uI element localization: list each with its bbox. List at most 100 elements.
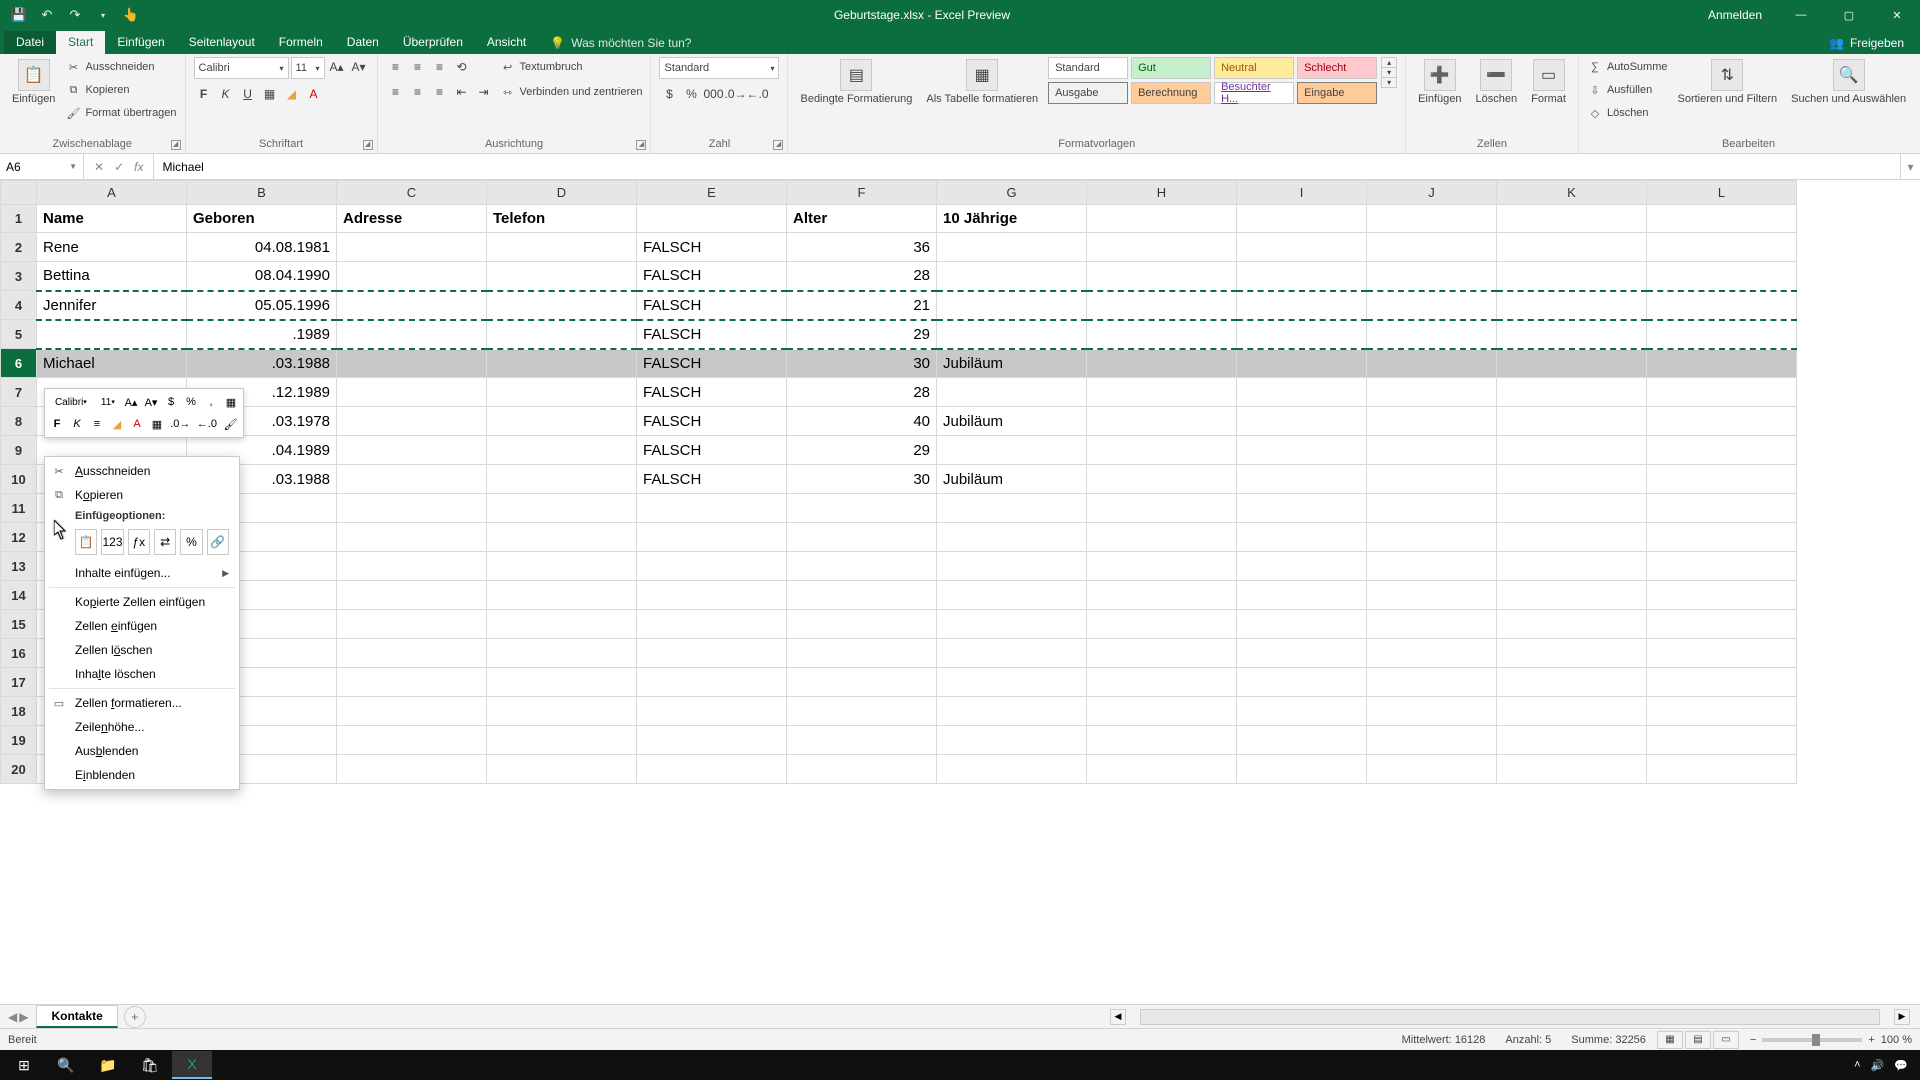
percent-format-icon[interactable]: %	[681, 84, 701, 104]
ctx-paste-special[interactable]: Inhalte einfügen...▶	[45, 561, 239, 585]
cell-A1[interactable]: Name	[37, 205, 187, 233]
cell-K13[interactable]	[1497, 552, 1647, 581]
cell-K7[interactable]	[1497, 378, 1647, 407]
row-header-20[interactable]: 20	[1, 755, 37, 784]
cell-D11[interactable]	[487, 494, 637, 523]
cell-C9[interactable]	[337, 436, 487, 465]
cell-G18[interactable]	[937, 697, 1087, 726]
cell-C4[interactable]	[337, 291, 487, 320]
cell-J15[interactable]	[1367, 610, 1497, 639]
mini-align-icon[interactable]: ≡	[88, 414, 106, 434]
cell-F9[interactable]: 29	[787, 436, 937, 465]
cell-D16[interactable]	[487, 639, 637, 668]
cell-K6[interactable]	[1497, 349, 1647, 378]
cell-I12[interactable]	[1237, 523, 1367, 552]
sign-in-link[interactable]: Anmelden	[1694, 8, 1776, 22]
ctx-cut[interactable]: ✂Ausschneiden	[45, 459, 239, 483]
col-header-D[interactable]: D	[487, 181, 637, 205]
cell-L4[interactable]	[1647, 291, 1797, 320]
align-bottom-icon[interactable]: ≡	[430, 57, 450, 77]
cell-H2[interactable]	[1087, 233, 1237, 262]
cell-L18[interactable]	[1647, 697, 1797, 726]
undo-icon[interactable]: ↶	[36, 4, 58, 26]
border-button[interactable]: ▦	[260, 84, 280, 104]
sheet-nav-first-icon[interactable]: ◀	[8, 1010, 17, 1024]
italic-button[interactable]: K	[216, 84, 236, 104]
cell-I17[interactable]	[1237, 668, 1367, 697]
cell-C1[interactable]: Adresse	[337, 205, 487, 233]
cell-G1[interactable]: 10 Jährige	[937, 205, 1087, 233]
save-icon[interactable]: 💾	[8, 4, 30, 26]
cell-F20[interactable]	[787, 755, 937, 784]
cell-E8[interactable]: FALSCH	[637, 407, 787, 436]
cell-G10[interactable]: Jubiläum	[937, 465, 1087, 494]
paste-option-formulas-icon[interactable]: ƒx	[128, 529, 150, 555]
increase-indent-icon[interactable]: ⇥	[474, 82, 494, 102]
tab-insert[interactable]: Einfügen	[105, 31, 176, 54]
cell-E4[interactable]: FALSCH	[637, 291, 787, 320]
cell-H5[interactable]	[1087, 320, 1237, 349]
cell-H17[interactable]	[1087, 668, 1237, 697]
tray-notifications-icon[interactable]: 💬	[1894, 1059, 1908, 1072]
style-ausgabe[interactable]: Ausgabe	[1048, 82, 1128, 104]
cell-E2[interactable]: FALSCH	[637, 233, 787, 262]
cell-A2[interactable]: Rene	[37, 233, 187, 262]
zoom-value[interactable]: 100 %	[1881, 1034, 1912, 1046]
cell-H12[interactable]	[1087, 523, 1237, 552]
cell-D12[interactable]	[487, 523, 637, 552]
cell-L17[interactable]	[1647, 668, 1797, 697]
cell-F5[interactable]: 29	[787, 320, 937, 349]
row-header-13[interactable]: 13	[1, 552, 37, 581]
cell-D3[interactable]	[487, 262, 637, 291]
cell-L19[interactable]	[1647, 726, 1797, 755]
mini-comma-icon[interactable]: ,	[202, 392, 220, 412]
tab-formulas[interactable]: Formeln	[267, 31, 335, 54]
cell-L12[interactable]	[1647, 523, 1797, 552]
underline-button[interactable]: U	[238, 84, 258, 104]
zoom-out-icon[interactable]: −	[1750, 1034, 1756, 1046]
cell-F10[interactable]: 30	[787, 465, 937, 494]
row-header-15[interactable]: 15	[1, 610, 37, 639]
cell-G7[interactable]	[937, 378, 1087, 407]
cell-G13[interactable]	[937, 552, 1087, 581]
scroll-track[interactable]	[1140, 1009, 1880, 1025]
align-left-icon[interactable]: ≡	[386, 82, 406, 102]
cell-K15[interactable]	[1497, 610, 1647, 639]
fx-icon[interactable]: fx	[134, 160, 143, 174]
cell-F1[interactable]: Alter	[787, 205, 937, 233]
mini-italic-icon[interactable]: K	[68, 414, 86, 434]
cell-D10[interactable]	[487, 465, 637, 494]
cell-L15[interactable]	[1647, 610, 1797, 639]
cell-E12[interactable]	[637, 523, 787, 552]
cell-C15[interactable]	[337, 610, 487, 639]
mini-font-size[interactable]: 11▾	[96, 392, 120, 412]
row-header-6[interactable]: 6	[1, 349, 37, 378]
cell-C19[interactable]	[337, 726, 487, 755]
bold-button[interactable]: F	[194, 84, 214, 104]
cell-G15[interactable]	[937, 610, 1087, 639]
maximize-button[interactable]: ▢	[1826, 0, 1872, 30]
cell-L20[interactable]	[1647, 755, 1797, 784]
paste-option-transpose-icon[interactable]: ⇄	[154, 529, 176, 555]
cell-D20[interactable]	[487, 755, 637, 784]
cell-E13[interactable]	[637, 552, 787, 581]
font-color-button[interactable]: A	[304, 84, 324, 104]
cell-J9[interactable]	[1367, 436, 1497, 465]
cell-J16[interactable]	[1367, 639, 1497, 668]
cell-F18[interactable]	[787, 697, 937, 726]
cell-I16[interactable]	[1237, 639, 1367, 668]
zoom-in-icon[interactable]: +	[1868, 1034, 1874, 1046]
cell-K11[interactable]	[1497, 494, 1647, 523]
cell-E9[interactable]: FALSCH	[637, 436, 787, 465]
cell-F14[interactable]	[787, 581, 937, 610]
cell-H11[interactable]	[1087, 494, 1237, 523]
cell-I11[interactable]	[1237, 494, 1367, 523]
cell-J19[interactable]	[1367, 726, 1497, 755]
increase-decimal-icon[interactable]: .0→	[725, 84, 745, 104]
cell-G12[interactable]	[937, 523, 1087, 552]
mini-increase-font-icon[interactable]: A▴	[122, 392, 140, 412]
cell-L5[interactable]	[1647, 320, 1797, 349]
cell-L16[interactable]	[1647, 639, 1797, 668]
cell-K5[interactable]	[1497, 320, 1647, 349]
cell-F8[interactable]: 40	[787, 407, 937, 436]
